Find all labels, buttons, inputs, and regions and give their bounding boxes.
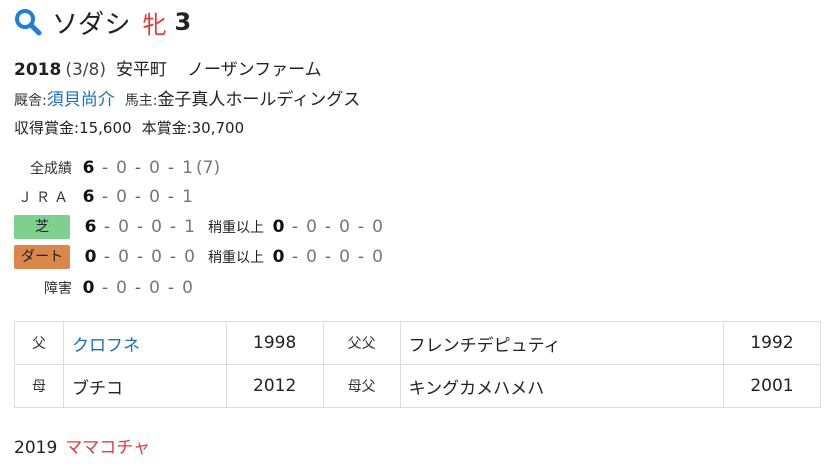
heavy-track-label: 稍重以上 [208, 250, 264, 266]
dam-sire-year: 2001 [723, 364, 821, 408]
heavy-second: 0 [306, 247, 317, 267]
dirt-badge: ダート [14, 245, 70, 269]
record-total: 全成績 6- 0- 0- 1 (7) [14, 156, 220, 180]
search-icon[interactable] [14, 8, 42, 36]
record-total-count: (7) [196, 158, 221, 178]
record-second: 0 [118, 247, 129, 267]
record-other: 1 [182, 187, 193, 207]
prize-label: 本賞金: [141, 119, 192, 137]
dam-year: 2012 [225, 364, 324, 408]
record-label: 全成績 [30, 161, 72, 177]
horse-title: ソダシ 牝 3 [14, 2, 191, 42]
income-label: 収得賞金: [14, 119, 80, 137]
breeder-farm: ノーザンファーム [186, 60, 322, 80]
income-value: 15,600 [79, 119, 132, 137]
table-row: 父 クロフネ 1998 父父 フレンチデピュティ 1992 [14, 321, 821, 365]
heavy-other: 0 [372, 247, 383, 267]
sire-sire-label: 父父 [322, 321, 401, 365]
record-label: 障害 [44, 281, 72, 297]
heavy-second: 0 [306, 217, 317, 237]
record-third: 0 [149, 187, 160, 207]
birth-info: 2018 (3/8) 安平町 ノーザンファーム [14, 55, 322, 80]
trainer-link[interactable]: 須貝尚介 [47, 90, 115, 110]
record-wins: 6 [84, 217, 97, 237]
foal-entry: 2019 ママコチャ [14, 433, 150, 458]
trainer-label: 厩舎: [14, 93, 47, 109]
record-third: 0 [151, 247, 162, 267]
turf-badge: 芝 [14, 215, 70, 239]
record-wins: 0 [84, 247, 97, 267]
record-other: 1 [184, 217, 195, 237]
record-jra: ＪＲＡ 6- 0- 0- 1 [14, 185, 194, 209]
sire-label: 父 [14, 321, 64, 365]
record-second: 0 [116, 278, 127, 298]
record-second: 0 [116, 187, 127, 207]
sire-link[interactable]: クロフネ [72, 336, 140, 356]
heavy-third: 0 [339, 217, 350, 237]
sire-year: 1998 [225, 321, 324, 365]
dam-name: ブチコ [63, 364, 227, 408]
owner-label: 馬主: [124, 93, 158, 109]
heavy-track-label: 稍重以上 [208, 220, 264, 236]
heavy-third: 0 [339, 247, 350, 267]
heavy-wins: 0 [272, 217, 285, 237]
horse-name: ソダシ [52, 9, 131, 40]
record-other: 1 [182, 158, 193, 178]
owner-name: 金子真人ホールディングス [157, 90, 361, 110]
record-third: 0 [149, 158, 160, 178]
heavy-other: 0 [372, 217, 383, 237]
horse-age: 3 [174, 8, 192, 36]
record-label: ＪＲＡ [18, 190, 72, 206]
birth-date: (3/8) [65, 60, 106, 80]
foal-link[interactable]: ママコチャ [65, 438, 150, 458]
birth-year: 2018 [14, 60, 62, 80]
dam-label: 母 [14, 364, 64, 408]
earnings-info: 収得賞金:15,600 本賞金:30,700 [14, 117, 244, 138]
record-turf: 芝 6- 0- 0- 1 稍重以上 0- 0- 0- 0 [14, 215, 384, 239]
record-second: 0 [118, 217, 129, 237]
record-other: 0 [182, 278, 193, 298]
record-second: 0 [116, 158, 127, 178]
horse-sex: 牝 [142, 10, 167, 39]
sire-name: クロフネ [63, 321, 227, 365]
pedigree-table: 父 クロフネ 1998 父父 フレンチデピュティ 1992 母 ブチコ 2012… [14, 321, 821, 408]
record-jump: 障害 0- 0- 0- 0 [14, 276, 194, 300]
record-third: 0 [151, 217, 162, 237]
dam-sire-label: 母父 [322, 364, 401, 408]
record-wins: 6 [82, 187, 95, 207]
sire-sire-year: 1992 [723, 321, 821, 365]
birth-place: 安平町 [115, 60, 167, 80]
record-third: 0 [149, 278, 160, 298]
table-row: 母 ブチコ 2012 母父 キングカメハメハ 2001 [14, 364, 821, 408]
stable-info: 厩舎:須貝尚介 馬主:金子真人ホールディングス [14, 85, 360, 110]
prize-value: 30,700 [191, 119, 245, 137]
foal-year: 2019 [14, 438, 58, 458]
heavy-wins: 0 [272, 247, 285, 267]
dam-sire-name: キングカメハメハ [399, 364, 725, 408]
record-dirt: ダート 0- 0- 0- 0 稍重以上 0- 0- 0- 0 [14, 245, 384, 269]
record-wins: 0 [82, 278, 95, 298]
record-other: 0 [184, 247, 195, 267]
record-wins: 6 [82, 158, 95, 178]
sire-sire-name: フレンチデピュティ [399, 321, 725, 365]
